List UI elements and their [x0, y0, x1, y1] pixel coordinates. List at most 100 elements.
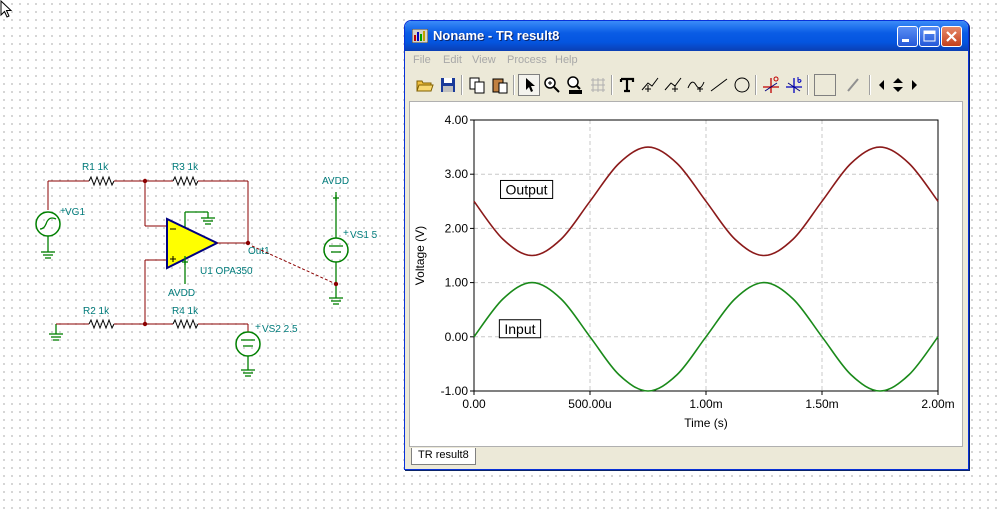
- y-tick-label: 0.00: [445, 330, 469, 344]
- y-tick-label: 4.00: [445, 113, 469, 127]
- cursor-tool-3-button[interactable]: [685, 74, 707, 96]
- text-tool-icon: [619, 77, 635, 93]
- pen-tool-button[interactable]: [842, 74, 864, 96]
- vs2-source[interactable]: [235, 331, 261, 377]
- grid-button[interactable]: [587, 74, 609, 96]
- x-axis-label: Time (s): [684, 416, 728, 430]
- zoom-in-icon: [544, 77, 560, 93]
- copy-icon: [469, 77, 485, 94]
- window-title: Noname - TR result8: [433, 28, 560, 43]
- grid-icon: [591, 78, 605, 92]
- vs1-source[interactable]: [323, 192, 349, 305]
- out1-label: Out1: [248, 246, 270, 257]
- menu-edit[interactable]: Edit: [443, 54, 462, 66]
- chart-annotations: Output Input: [498, 179, 554, 339]
- result-window: Noname - TR result8 File Edit View Proce…: [404, 20, 969, 470]
- zoom-100-button[interactable]: [564, 74, 586, 96]
- annotation-label: Input: [504, 321, 535, 337]
- annotation-output: Output: [500, 179, 554, 199]
- menu-file[interactable]: File: [413, 54, 431, 66]
- toolbar: [410, 71, 964, 99]
- zoom-100-icon: [567, 76, 582, 94]
- zoom-in-button[interactable]: [541, 74, 563, 96]
- arrow-left-icon: [879, 80, 884, 90]
- menu-process[interactable]: Process: [507, 54, 547, 66]
- x-tick-label: 1.00m: [689, 397, 722, 411]
- toolbar-separator: [807, 75, 809, 95]
- vs1-label: VS1 5: [350, 230, 378, 241]
- r4-label: R4 1k: [172, 306, 199, 317]
- save-button[interactable]: [437, 74, 459, 96]
- maximize-button[interactable]: [919, 26, 940, 47]
- y-tick-label: -1.00: [441, 384, 469, 398]
- output-node-dot: [245, 240, 251, 246]
- cursor-tool-button[interactable]: [639, 74, 661, 96]
- cursor-tool-3-icon: [687, 81, 705, 92]
- tab-tr-result8[interactable]: TR result8: [411, 448, 476, 465]
- vs1-plus-sign: +: [343, 228, 349, 239]
- open-button[interactable]: [414, 74, 436, 96]
- pen-tool-icon: [847, 78, 859, 92]
- y-tick-label: 2.00: [445, 221, 469, 235]
- close-button[interactable]: [941, 26, 962, 47]
- u1-label: U1 OPA350: [200, 266, 253, 277]
- chart-grid: [473, 119, 939, 392]
- annotation-label: Output: [506, 181, 548, 197]
- blank-tool-button[interactable]: [814, 74, 836, 96]
- tab-bar: TR result8: [409, 448, 963, 466]
- open-icon: [416, 80, 434, 92]
- node-dot: [142, 178, 148, 184]
- r3-label: R3 1k: [172, 162, 199, 173]
- x-tick-label: 500.00u: [568, 397, 611, 411]
- r2-label: R2 1k: [83, 306, 110, 317]
- maximize-icon: [923, 30, 936, 42]
- menu-help[interactable]: Help: [555, 54, 578, 66]
- annotation-input: Input: [498, 319, 542, 339]
- x-tick-label: 0.00: [462, 397, 486, 411]
- text-tool-button[interactable]: [616, 74, 638, 96]
- line-tool-icon: [710, 78, 728, 92]
- vs2-plus-sign: +: [255, 322, 261, 333]
- resistor-r1[interactable]: [80, 175, 145, 187]
- x-tick-label: 2.00m: [921, 397, 954, 411]
- menu-view[interactable]: View: [472, 54, 496, 66]
- mouse-cursor-icon: [0, 0, 13, 18]
- paste-icon: [492, 78, 508, 94]
- cursor-tool-2-button[interactable]: [662, 74, 684, 96]
- paste-button[interactable]: [489, 74, 511, 96]
- line-tool-button[interactable]: [708, 74, 730, 96]
- y-tick-label: 1.00: [445, 276, 469, 290]
- marker-b-button[interactable]: [783, 74, 805, 96]
- avdd-bottom-label: AVDD: [168, 288, 195, 299]
- minimize-button[interactable]: [897, 26, 918, 47]
- vg1-source[interactable]: [35, 180, 80, 259]
- circle-tool-button[interactable]: [731, 74, 753, 96]
- title-bar[interactable]: Noname - TR result8: [405, 21, 968, 51]
- plot-area[interactable]: 0.00 500.00u 1.00m 1.50m 2.00m -1.00 0.00 1.00 2…: [409, 101, 963, 447]
- y-axis-label: Voltage (V): [413, 226, 427, 285]
- menu-bar: File Edit View Process Help: [408, 52, 964, 69]
- save-icon: [441, 78, 455, 92]
- chart-ticks: 0.00 500.00u 1.00m 1.50m 2.00m-1.000.001.002…: [441, 113, 955, 411]
- vs2-label: VS2 2.5: [262, 324, 298, 335]
- arrow-right-button[interactable]: [908, 74, 920, 96]
- marker-b-icon: [786, 77, 802, 93]
- resistor-r2[interactable]: [49, 318, 145, 341]
- app-icon: [412, 29, 428, 43]
- arrow-left-button[interactable]: [876, 74, 888, 96]
- ground-node-dot: [333, 281, 339, 287]
- resistor-r4[interactable]: [145, 318, 249, 332]
- avdd-top-label: AVDD: [322, 176, 349, 187]
- toolbar-separator: [755, 75, 757, 95]
- copy-button[interactable]: [466, 74, 488, 96]
- close-icon: [946, 31, 957, 42]
- blank-tool-icon: [815, 75, 835, 95]
- cursor-tool-icon: [641, 77, 659, 92]
- select-pointer-button[interactable]: [518, 74, 540, 96]
- arrow-updown-button[interactable]: [888, 74, 908, 96]
- marker-a-button[interactable]: [760, 74, 782, 96]
- cursor-tool-2-icon: [664, 77, 682, 92]
- transient-chart[interactable]: 0.00 500.00u 1.00m 1.50m 2.00m-1.000.001.002…: [410, 102, 962, 446]
- marker-a-icon: [763, 76, 779, 93]
- toolbar-separator: [869, 75, 871, 95]
